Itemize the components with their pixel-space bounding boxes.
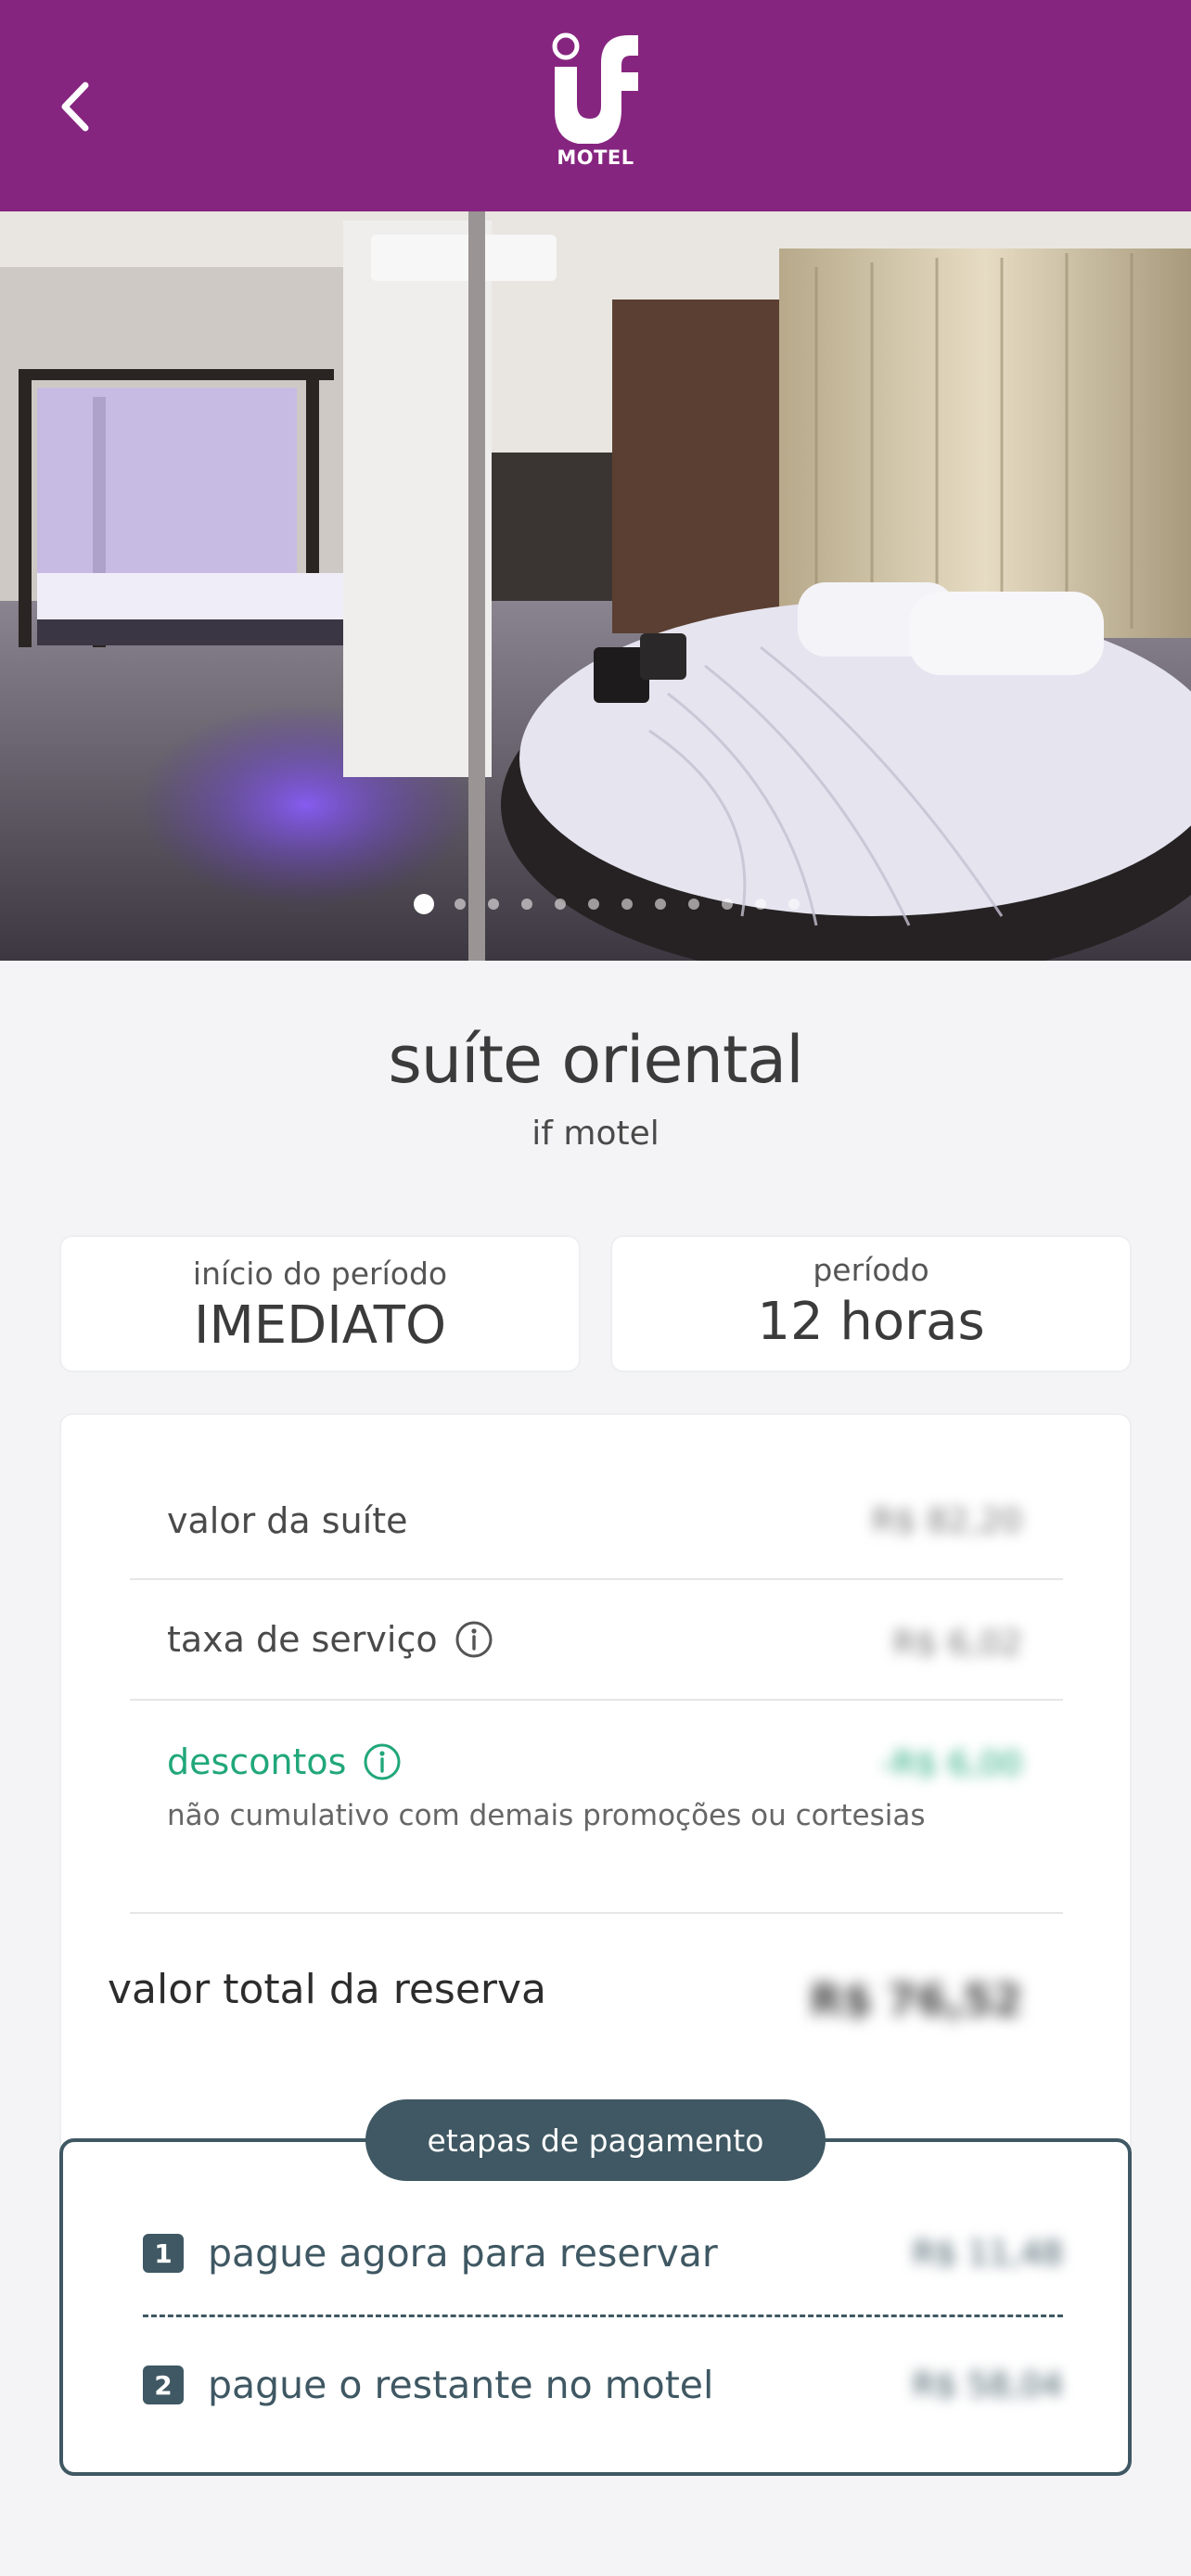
suite-price-row: valor da suíte R$ 82,20: [130, 1460, 1063, 1580]
payment-step-1: 1 pague agora para reservar: [143, 2231, 718, 2276]
total-label: valor total da reserva: [108, 1966, 546, 2013]
start-period-value: IMEDIATO: [193, 1295, 447, 1356]
gallery-dot-9[interactable]: [688, 899, 699, 910]
payment-steps-box: 1 pague agora para reservar R$ 11,48 2 p…: [59, 2138, 1132, 2476]
total-value: R$ 76,52: [810, 1975, 1022, 2025]
gallery-dot-5[interactable]: [555, 899, 566, 910]
suite-price-value: R$ 82,20: [871, 1502, 1022, 1540]
gallery-dot-12[interactable]: [788, 899, 800, 910]
motel-name: if motel: [531, 1115, 660, 1153]
discount-note: não cumulativo com demais promoções ou c…: [167, 1799, 926, 1832]
payment-step-2: 2 pague o restante no motel: [143, 2363, 713, 2407]
gallery-dot-11[interactable]: [755, 899, 766, 910]
service-fee-label-wrap: taxa de serviço: [167, 1619, 493, 1660]
discount-label: descontos: [167, 1741, 347, 1782]
discount-row: descontos -R$ 6,00 não cumulativo com de…: [130, 1701, 1063, 1914]
step-divider: [143, 2315, 1063, 2317]
info-icon[interactable]: [455, 1620, 493, 1659]
step-number: 2: [143, 2366, 184, 2404]
payment-steps-title: etapas de pagamento: [365, 2099, 826, 2181]
suite-title: suíte oriental: [388, 1022, 803, 1098]
app-header: MOTEL: [0, 0, 1191, 211]
service-fee-value: R$ 6,02: [892, 1625, 1022, 1663]
if-motel-logo: MOTEL: [538, 28, 653, 176]
gallery-dot-3[interactable]: [488, 899, 499, 910]
step-label: pague agora para reservar: [208, 2231, 718, 2276]
suite-photo-gallery[interactable]: [0, 211, 1191, 961]
logo-subtitle: MOTEL: [557, 147, 634, 169]
service-fee-row: taxa de serviço R$ 6,02: [130, 1580, 1063, 1701]
step-value: R$ 11,48: [912, 2235, 1063, 2273]
gallery-dot-6[interactable]: [588, 899, 599, 910]
gallery-dot-10[interactable]: [722, 899, 733, 910]
gallery-dot-7[interactable]: [621, 899, 633, 910]
period-card: período 12 horas: [610, 1235, 1132, 1372]
service-fee-label: taxa de serviço: [167, 1619, 438, 1660]
gallery-dot-4[interactable]: [521, 899, 532, 910]
step-label: pague o restante no motel: [208, 2363, 714, 2407]
step-value: R$ 58,04: [912, 2366, 1063, 2404]
back-button[interactable]: [52, 74, 108, 139]
chevron-left-icon: [61, 82, 89, 132]
gallery-dot-2[interactable]: [455, 899, 466, 910]
period-label: período: [813, 1252, 929, 1288]
gallery-dot-8[interactable]: [655, 899, 666, 910]
gallery-dot-1[interactable]: [414, 894, 434, 914]
start-period-label: início do período: [192, 1256, 448, 1292]
suite-price-label: valor da suíte: [167, 1500, 408, 1541]
info-icon[interactable]: [363, 1742, 402, 1781]
price-summary-card: valor da suíte R$ 82,20 taxa de serviço …: [59, 1413, 1132, 2174]
gallery-dots: [414, 894, 822, 914]
suite-photo: [0, 211, 1191, 961]
start-period-card: início do período IMEDIATO: [59, 1235, 581, 1372]
discount-value: -R$ 6,00: [880, 1745, 1022, 1783]
discount-label-wrap: descontos: [167, 1741, 402, 1782]
step-number: 1: [143, 2234, 184, 2273]
period-value: 12 horas: [757, 1292, 985, 1352]
